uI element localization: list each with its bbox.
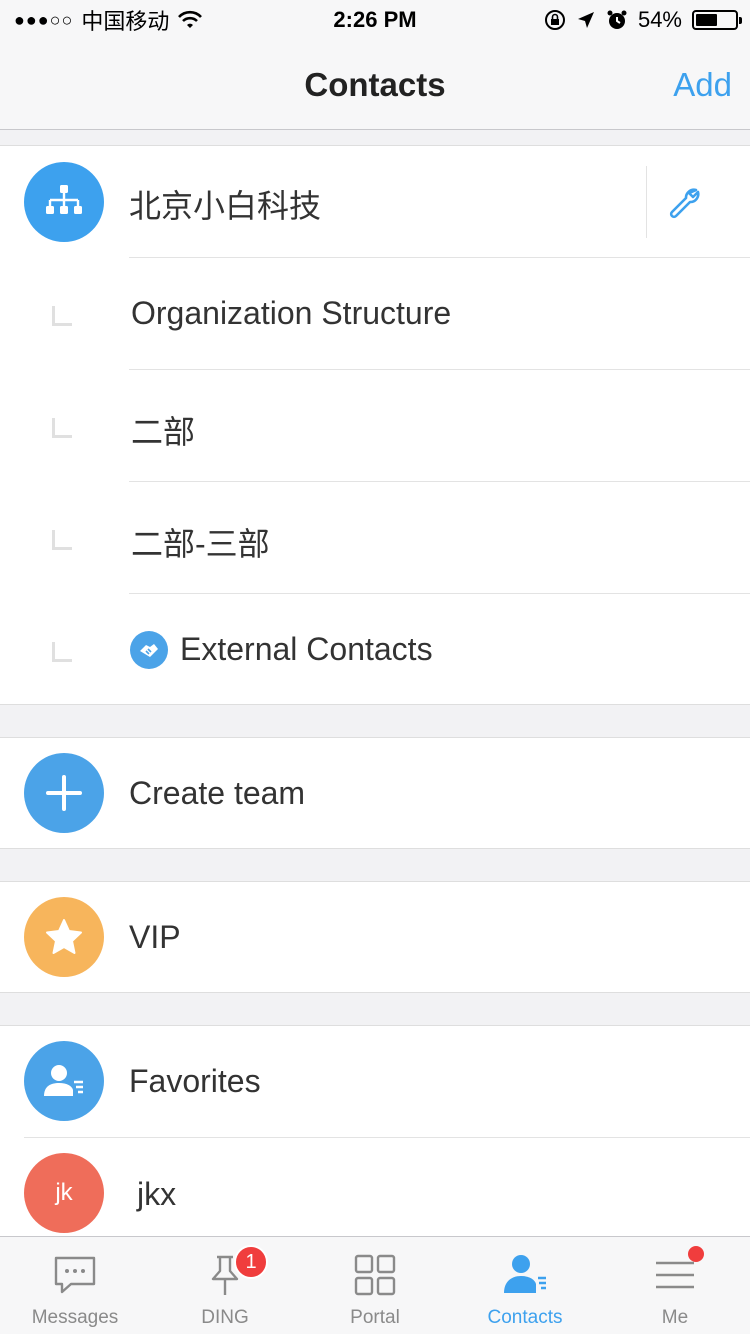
navigation-bar: Contacts Add [0,40,750,130]
contact-name: jkx [137,1176,177,1212]
tab-messages[interactable]: Messages [0,1237,150,1334]
battery-icon [692,10,742,30]
tab-me[interactable]: Me [600,1237,750,1334]
battery-percent: 54% [637,7,682,32]
tab-portal[interactable]: Portal [300,1237,450,1334]
plus-icon [24,753,104,833]
vip-section: VIP [0,881,750,993]
org-item-label: Organization Structure [131,295,452,331]
tree-branch-icon [52,306,72,326]
tree-branch-icon [52,530,72,550]
star-icon [24,897,104,977]
rotation-lock-icon [544,10,565,30]
org-item-department-2-3[interactable]: 二部-三部 [0,482,750,594]
status-right: 54% [544,7,742,33]
status-bar: ●●●○○ 中国移动 2:26 PM 54% [0,0,750,40]
vip-label: VIP [129,919,181,955]
add-button[interactable]: Add [673,66,732,104]
create-team-row[interactable]: Create team [0,738,750,850]
tab-label: Me [661,1307,689,1328]
tab-label: Messages [31,1307,119,1328]
tab-ding[interactable]: DING 1 [150,1237,300,1334]
notification-dot [688,1246,704,1262]
notification-badge: 1 [234,1245,268,1279]
tab-bar: Messages DING 1 Portal Contacts Me [0,1236,750,1334]
person-list-icon [24,1041,104,1121]
org-item-label: 二部 [131,414,196,450]
tab-label: Portal [350,1307,400,1328]
wrench-icon[interactable] [666,184,702,220]
organization-row[interactable]: 北京小白科技 [0,146,750,258]
vertical-divider [646,166,647,238]
contacts-icon [504,1255,546,1293]
grid-icon [354,1254,396,1296]
avatar-initials: jk [55,1179,73,1206]
org-item-external-contacts[interactable]: External Contacts [0,594,750,706]
tab-label: Contacts [487,1307,563,1328]
tree-branch-icon [52,418,72,438]
favorites-row[interactable]: Favorites [0,1026,750,1138]
org-item-department-2[interactable]: 二部 [0,370,750,482]
tab-label: DING [201,1307,249,1328]
create-team-section: Create team [0,737,750,849]
signal-strength-icon: ●●●○○ [14,9,74,30]
avatar: jk [24,1153,104,1233]
carrier-name: 中国移动 [81,9,170,34]
tab-contacts[interactable]: Contacts [450,1237,600,1334]
page-title: Contacts [304,65,446,103]
chat-bubble-icon [54,1256,96,1294]
battery-level [696,14,717,26]
location-arrow-icon [577,12,594,28]
tree-branch-icon [52,642,72,662]
org-item-structure[interactable]: Organization Structure [0,258,750,370]
organization-name: 北京小白科技 [129,188,322,224]
organization-section: 北京小白科技 Organization Structure 二部 二部-三部 E… [0,145,750,705]
contact-row[interactable]: jk jkx [0,1138,750,1241]
alarm-icon [607,10,627,29]
org-item-label: External Contacts [180,631,433,667]
status-left: ●●●○○ 中国移动 [14,4,203,36]
org-item-label: 二部-三部 [131,526,270,562]
vip-row[interactable]: VIP [0,882,750,994]
org-chart-icon [24,162,104,242]
wifi-icon [178,10,203,28]
favorites-label: Favorites [129,1063,261,1099]
favorites-section: Favorites jk jkx [0,1025,750,1240]
create-team-label: Create team [129,775,306,811]
handshake-icon [130,631,168,669]
